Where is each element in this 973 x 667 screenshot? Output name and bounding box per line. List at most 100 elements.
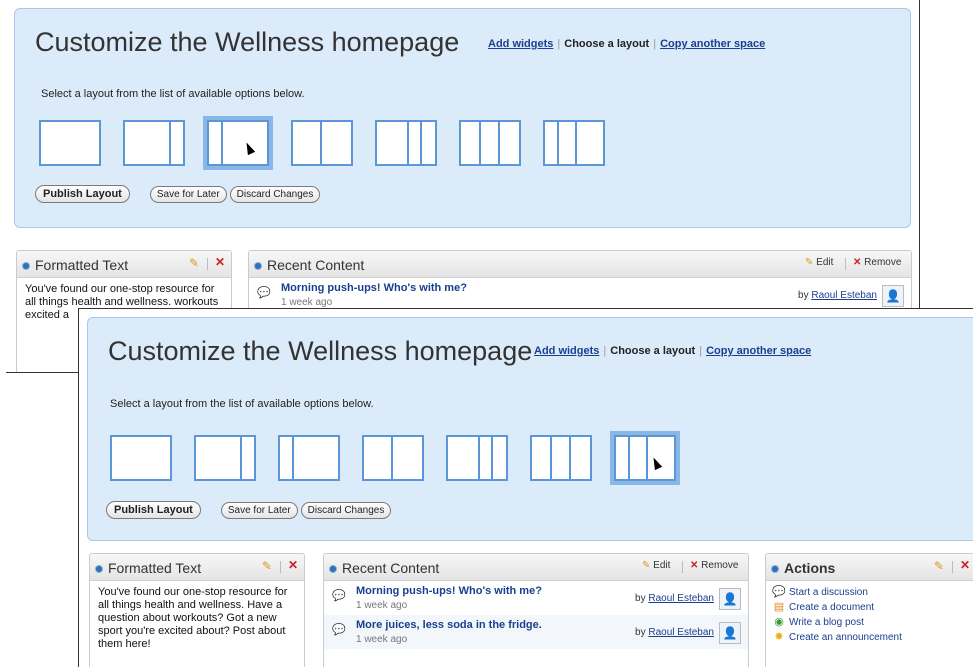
widget-title: Formatted Text	[108, 560, 202, 576]
layout-option-4[interactable]	[291, 120, 353, 166]
author-link[interactable]: Raoul Esteban	[648, 627, 714, 638]
remove-icon: ✕	[853, 257, 862, 268]
remove-label: Remove	[864, 257, 902, 268]
layout-option-5[interactable]	[446, 435, 508, 481]
mouse-cursor-icon	[649, 455, 663, 471]
copy-space-link[interactable]: Copy another space	[660, 38, 765, 50]
screenshot-front: Customize the Wellness homepage Add widg…	[78, 308, 973, 667]
layout-instructions: Select a layout from the list of availab…	[41, 88, 305, 100]
widget-header: Formatted Text ✎ ✕	[17, 251, 231, 278]
action-write-blog-post[interactable]: ◉ Write a blog post	[772, 615, 973, 630]
close-icon[interactable]: ✕	[288, 558, 298, 572]
widget-header: Actions ✎ ✕	[766, 554, 973, 581]
widget-header: Formatted Text ✎ ✕	[90, 554, 304, 581]
discard-changes-button[interactable]: Discard Changes	[300, 502, 392, 519]
actions-list: 💬 Start a discussion ▤ Create a document ◉…	[766, 581, 973, 649]
collapse-icon[interactable]	[22, 262, 30, 270]
edit-label: Edit	[653, 560, 671, 571]
layout-option-1[interactable]	[39, 120, 101, 166]
customize-links: Add widgets | Choose a layout | Copy another…	[488, 38, 765, 50]
content-title-link[interactable]: More juices, less soda in the fridge.	[356, 619, 542, 631]
link-divider: |	[653, 38, 657, 50]
document-icon: ▤	[773, 601, 785, 613]
content-item: 💬 Morning push-ups! Who's with me? 1 wee…	[249, 278, 911, 312]
content-time: 1 week ago	[356, 600, 408, 611]
widget-title: Formatted Text	[35, 257, 129, 273]
divider	[682, 561, 683, 573]
close-icon[interactable]: ✕	[215, 255, 225, 269]
widget-title: Recent Content	[267, 257, 365, 273]
divider	[952, 561, 953, 573]
pencil-icon: ✎	[805, 257, 814, 268]
edit-link[interactable]: ✎ Edit	[642, 560, 670, 571]
divider	[845, 258, 846, 270]
link-divider: |	[603, 345, 607, 357]
customize-links: Add widgets | Choose a layout | Copy another…	[534, 345, 811, 357]
discussion-icon: 💬	[332, 624, 346, 636]
content-time: 1 week ago	[356, 634, 408, 645]
save-for-later-button[interactable]: Save for Later	[149, 186, 227, 203]
layout-option-6[interactable]	[459, 120, 521, 166]
action-create-document[interactable]: ▤ Create a document	[772, 600, 973, 615]
action-create-announcement[interactable]: ✸ Create an announcement	[772, 630, 973, 645]
remove-link[interactable]: ✕ Remove	[690, 560, 738, 571]
recent-content-widget: Recent Content ✎ Edit ✕ Remove 💬 Morning…	[323, 553, 749, 667]
copy-space-link[interactable]: Copy another space	[706, 345, 811, 357]
layout-option-2[interactable]	[123, 120, 185, 166]
choose-layout-label: Choose a layout	[610, 345, 696, 357]
discussion-icon: 💬	[257, 287, 271, 299]
layout-option-1[interactable]	[110, 435, 172, 481]
layout-option-7[interactable]	[610, 431, 680, 485]
edit-pencil-icon[interactable]: ✎	[262, 559, 272, 573]
author-link[interactable]: Raoul Esteban	[811, 290, 877, 301]
mouse-cursor-icon	[242, 140, 256, 156]
discussion-icon: 💬	[332, 590, 346, 602]
add-widgets-link[interactable]: Add widgets	[488, 38, 553, 50]
edit-link[interactable]: ✎ Edit	[805, 257, 833, 268]
divider	[280, 561, 281, 573]
link-divider: |	[557, 38, 561, 50]
pencil-icon: ✎	[642, 560, 651, 571]
layout-option-3[interactable]	[278, 435, 340, 481]
collapse-icon[interactable]	[329, 565, 337, 573]
content-byline: by Raoul Esteban	[635, 627, 714, 638]
action-start-discussion[interactable]: 💬 Start a discussion	[772, 585, 973, 600]
discussion-icon: 💬	[772, 586, 786, 598]
close-icon[interactable]: ✕	[960, 558, 970, 572]
avatar[interactable]: 👤	[719, 622, 741, 644]
collapse-icon[interactable]	[771, 565, 779, 573]
layout-option-7[interactable]	[543, 120, 605, 166]
content-byline: by Raoul Esteban	[635, 593, 714, 604]
edit-pencil-icon[interactable]: ✎	[934, 559, 944, 573]
content-title-link[interactable]: Morning push-ups! Who's with me?	[356, 585, 542, 597]
layout-buttons: Publish Layout Save for Later Discard Chan…	[35, 184, 323, 203]
layout-option-3[interactable]	[203, 116, 273, 170]
save-for-later-button[interactable]: Save for Later	[220, 502, 298, 519]
layout-buttons: Publish Layout Save for Later Discard Chan…	[106, 500, 394, 519]
widget-header: Recent Content ✎ Edit ✕ Remove	[324, 554, 748, 581]
discard-changes-button[interactable]: Discard Changes	[229, 186, 321, 203]
collapse-icon[interactable]	[95, 565, 103, 573]
layout-option-4[interactable]	[362, 435, 424, 481]
content-item: 💬 More juices, less soda in the fridge. …	[324, 615, 748, 649]
layout-option-5[interactable]	[375, 120, 437, 166]
content-byline: by Raoul Esteban	[798, 290, 877, 301]
publish-layout-button[interactable]: Publish Layout	[35, 185, 130, 203]
add-widgets-link[interactable]: Add widgets	[534, 345, 599, 357]
remove-link[interactable]: ✕ Remove	[853, 257, 901, 268]
layout-option-6[interactable]	[530, 435, 592, 481]
widget-header: Recent Content ✎ Edit ✕ Remove	[249, 251, 911, 278]
author-link[interactable]: Raoul Esteban	[648, 593, 714, 604]
collapse-icon[interactable]	[254, 262, 262, 270]
widget-title: Actions	[784, 560, 836, 576]
layout-option-2[interactable]	[194, 435, 256, 481]
avatar[interactable]: 👤	[882, 285, 904, 307]
avatar[interactable]: 👤	[719, 588, 741, 610]
edit-pencil-icon[interactable]: ✎	[189, 256, 199, 270]
remove-icon: ✕	[690, 560, 699, 571]
publish-layout-button[interactable]: Publish Layout	[106, 501, 201, 519]
customize-panel: Customize the Wellness homepage Add widg…	[14, 8, 911, 228]
content-title-link[interactable]: Morning push-ups! Who's with me?	[281, 282, 467, 294]
edit-label: Edit	[816, 257, 834, 268]
page-title: Customize the Wellness homepage	[35, 27, 460, 57]
